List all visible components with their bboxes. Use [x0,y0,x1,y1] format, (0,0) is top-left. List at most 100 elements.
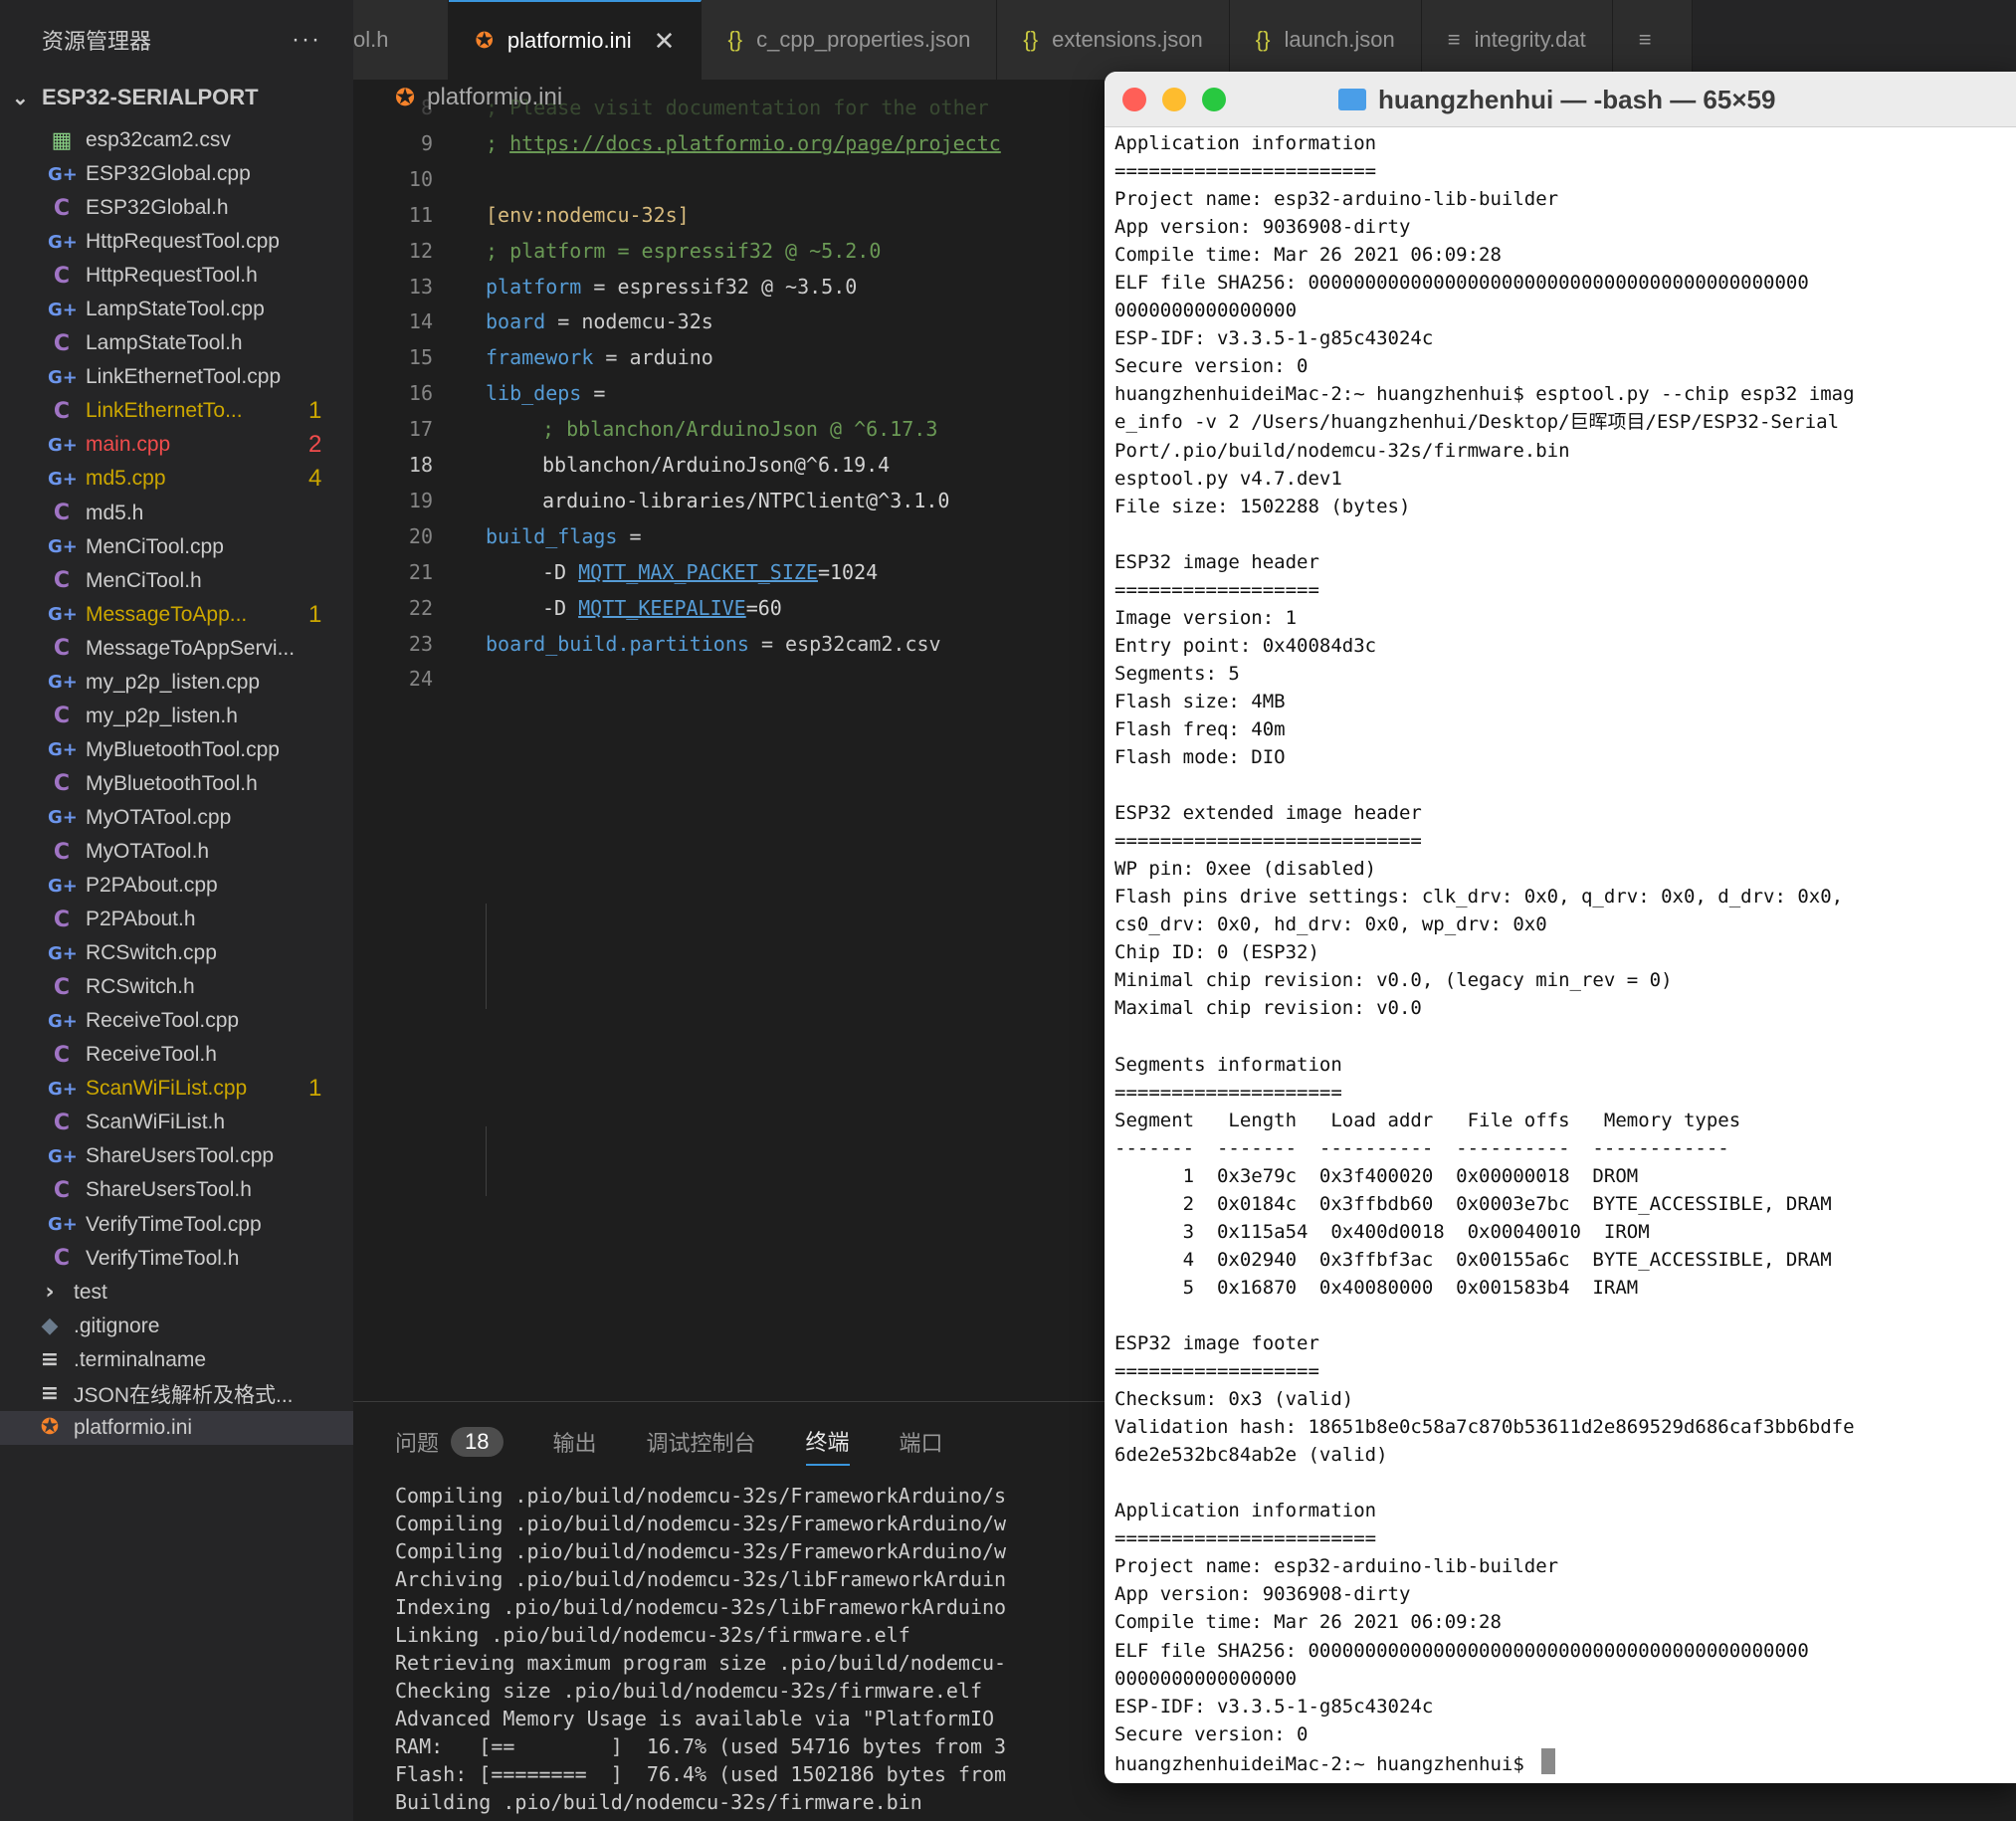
panel-tab[interactable]: 问题 18 [395,1418,504,1466]
terminal-line: e_info -v 2 /Users/huangzhenhui/Desktop/… [1114,411,1840,434]
code-token[interactable]: https://docs.platformio.org/page/project… [509,131,1001,155]
file-item[interactable]: C ESP32Global.h [0,191,353,225]
tab-label: ol.h [353,27,389,52]
code-token: = nodemcu-32s [545,309,713,334]
terminal-content[interactable]: Application information =================… [1114,129,1855,1778]
editor-tab[interactable]: {} c_cpp_properties.json [702,0,998,80]
line-number: 12 [408,238,433,263]
more-actions-icon[interactable]: ··· [292,26,321,54]
file-item[interactable]: ✪ platformio.ini [0,1410,353,1445]
code-token: board_build.partitions [486,631,749,656]
terminal-window[interactable]: huangzhenhui — -bash — 65×59 Application… [1105,72,2016,1783]
file-name: .terminalname [74,1347,207,1371]
close-window-button[interactable] [1122,87,1146,111]
tab-label: integrity.dat [1474,27,1586,52]
zoom-window-button[interactable] [1202,87,1226,111]
output-line: RAM: [== ] 16.7% (used 54716 bytes from … [395,1734,1007,1758]
file-item[interactable]: G+ ReceiveTool.cpp [0,1004,353,1038]
file-item[interactable]: G+ MyBluetoothTool.cpp [0,733,353,767]
file-item[interactable]: C MenCiTool.h [0,564,353,598]
file-item[interactable]: C MyOTATool.h [0,835,353,869]
panel-tab[interactable]: 输出 [553,1418,597,1466]
file-item[interactable]: C RCSwitch.h [0,970,353,1004]
file-item[interactable]: ≡ .terminalname [0,1343,353,1377]
file-item[interactable]: G+ md5.cpp 4 [0,462,353,496]
code-token: ; Please visit documentation for the oth… [486,96,989,119]
code-token: = [617,523,642,548]
file-item[interactable]: ≡ JSON在线解析及格式... [0,1377,353,1411]
editor-tab[interactable]: ≡ integrity.dat [1421,0,1613,80]
panel-tab-label: 端口 [899,1431,943,1456]
header-file-icon: C [53,704,71,729]
editor-tab[interactable]: ≡ [1612,0,1693,80]
code-text: [env:nodemcu-32s] [486,197,690,233]
terminal-line: esptool.py v4.7.dev1 [1114,467,1342,490]
terminal-titlebar[interactable]: huangzhenhui — -bash — 65×59 [1105,72,2016,127]
project-folder[interactable]: ⌄ ESP32-SERIALPORT [0,80,353,115]
file-item[interactable]: ◆ .gitignore [0,1310,353,1343]
file-item[interactable]: Cmd5.h [0,497,353,530]
terminal-title-text: huangzhenhui — -bash — 65×59 [1378,84,1776,114]
file-item[interactable]: G+ LinkEthernetTool.cpp [0,360,353,394]
file-item[interactable]: G+ MessageToApp... 1 [0,598,353,632]
file-name: MyOTATool.cpp [86,805,232,829]
editor-tab[interactable]: {} extensions.json [997,0,1230,80]
terminal-line: Segments information [1114,1053,1342,1076]
file-item[interactable]: G+ main.cpp 2 [0,428,353,462]
header-file-icon: C [53,195,71,221]
code-text: build_flags = [486,518,642,554]
editor-tab[interactable]: ol.h [353,0,450,80]
header-file-icon: C [53,263,71,289]
panel-tab[interactable]: 调试控制台 [647,1418,756,1466]
cpp-file-icon: G+ [48,468,78,490]
file-item[interactable]: G+ my_p2p_listen.cpp [0,666,353,700]
terminal-prompt-line[interactable]: huangzhenhuideiMac-2:~ huangzhenhui$ [1114,1747,1855,1778]
file-item[interactable]: G+ HttpRequestTool.cpp [0,225,353,259]
editor-tab[interactable]: {} launch.json [1229,0,1422,80]
header-file-icon: C [53,839,71,865]
file-item[interactable]: G+ MyOTATool.cpp [0,801,353,835]
file-item[interactable]: G+ P2PAbout.cpp [0,869,353,903]
file-item[interactable]: C MessageToAppServi... [0,632,353,666]
file-item[interactable]: G+ LampStateTool.cpp [0,293,353,326]
file-item[interactable]: G+ ESP32Global.cpp [0,157,353,191]
file-item[interactable]: G+ MenCiTool.cpp [0,530,353,564]
output-line: Retrieving maximum program size .pio/bui… [395,1651,1007,1675]
file-item[interactable]: C ShareUsersTool.h [0,1173,353,1207]
cpp-file-icon: G+ [48,807,78,829]
file-item[interactable]: C MyBluetoothTool.h [0,767,353,801]
json-file-icon: {} [727,27,743,52]
file-item[interactable]: G+ VerifyTimeTool.cpp [0,1208,353,1242]
close-icon[interactable]: ✕ [654,26,676,57]
terminal-cursor[interactable] [1541,1747,1556,1774]
terminal-line: Application information [1114,1500,1377,1522]
header-file-icon: C [53,501,71,526]
editor-tab[interactable]: ✪ platformio.ini ✕ [449,0,703,80]
terminal-output[interactable]: Compiling .pio/build/nodemcu-32s/Framewo… [395,1482,1006,1816]
code-token: lib_deps [486,381,582,406]
file-item[interactable]: C P2PAbout.h [0,903,353,936]
panel-tab[interactable]: 终端 [805,1418,850,1466]
text-file-icon: ≡ [1638,27,1652,52]
output-line: Linking .pio/build/nodemcu-32s/firmware.… [395,1623,910,1647]
file-item[interactable]: C ScanWiFiList.h [0,1106,353,1139]
file-item[interactable]: C VerifyTimeTool.h [0,1242,353,1276]
file-item[interactable]: › test [0,1276,353,1310]
minimize-window-button[interactable] [1162,87,1186,111]
file-item[interactable]: Cmy_p2p_listen.h [0,700,353,733]
file-item[interactable]: C LinkEthernetTo... 1 [0,394,353,428]
file-name: LinkEthernetTool.cpp [86,365,282,389]
file-item[interactable]: G+ ScanWiFiList.cpp 1 [0,1072,353,1106]
file-item[interactable]: C LampStateTool.h [0,326,353,360]
text-file-icon: ≡ [1447,27,1461,52]
file-item[interactable]: G+ ShareUsersTool.cpp [0,1139,353,1173]
file-item[interactable]: G+ RCSwitch.cpp [0,936,353,970]
terminal-line: Compile time: Mar 26 2021 06:09:28 [1114,1611,1502,1634]
project-name: ESP32-SERIALPORT [42,85,259,109]
file-item[interactable]: ▦ esp32cam2.csv [0,123,353,157]
file-item[interactable]: C ReceiveTool.h [0,1038,353,1072]
file-item[interactable]: C HttpRequestTool.h [0,259,353,293]
panel-tab[interactable]: 端口 [900,1418,943,1466]
problem-count-badge: 4 [308,465,322,493]
